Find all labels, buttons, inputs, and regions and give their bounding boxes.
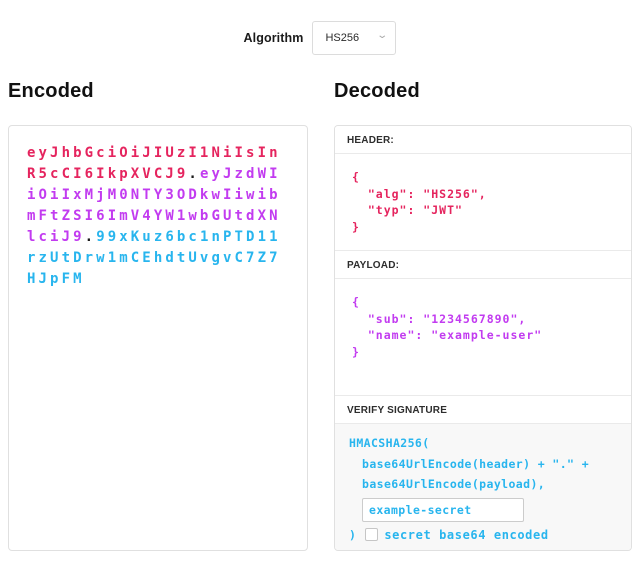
base64-checkbox[interactable] [365, 528, 378, 541]
payload-section-label: PAYLOAD: [335, 251, 631, 279]
token-dot-separator: . [85, 229, 97, 245]
algorithm-bar: Algorithm HS256 ⌄ [0, 20, 640, 55]
payload-json-editor[interactable]: { "sub": "1234567890", "name": "example-… [335, 279, 631, 396]
decoded-panel: HEADER: { "alg": "HS256", "typ": "JWT" }… [334, 125, 632, 551]
encoded-column: Encoded eyJhbGciOiJIUzI1NiIsInR5cCI6IkpX… [8, 78, 308, 551]
signature-code-line-3: base64UrlEncode(payload), [362, 474, 619, 495]
signature-code-line-1: HMACSHA256( [349, 433, 619, 454]
header-section-label: HEADER: [335, 126, 631, 154]
encoded-title: Encoded [8, 78, 308, 104]
close-paren: ) [349, 525, 356, 545]
verify-signature-area: HMACSHA256( base64UrlEncode(header) + ".… [335, 424, 631, 550]
chevron-down-icon: ⌄ [376, 31, 388, 41]
header-json-editor[interactable]: { "alg": "HS256", "typ": "JWT" } [335, 154, 631, 251]
encoded-token-editor[interactable]: eyJhbGciOiJIUzI1NiIsInR5cCI6IkpXVCJ9.eyJ… [8, 125, 308, 551]
signature-close-row: ) secret base64 encoded [349, 525, 619, 545]
decoded-column: Decoded HEADER: { "alg": "HS256", "typ":… [334, 78, 632, 551]
algorithm-selected-value: HS256 [325, 32, 359, 44]
base64-checkbox-label[interactable]: secret base64 encoded [384, 525, 548, 545]
algorithm-select[interactable]: HS256 ⌄ [312, 21, 396, 55]
decoded-title: Decoded [334, 78, 632, 104]
token-dot-separator: . [188, 166, 200, 182]
signature-code-line-2: base64UrlEncode(header) + "." + [362, 454, 619, 475]
verify-signature-label: VERIFY SIGNATURE [335, 396, 631, 424]
algorithm-label: Algorithm [244, 31, 304, 45]
secret-input[interactable] [362, 498, 524, 522]
